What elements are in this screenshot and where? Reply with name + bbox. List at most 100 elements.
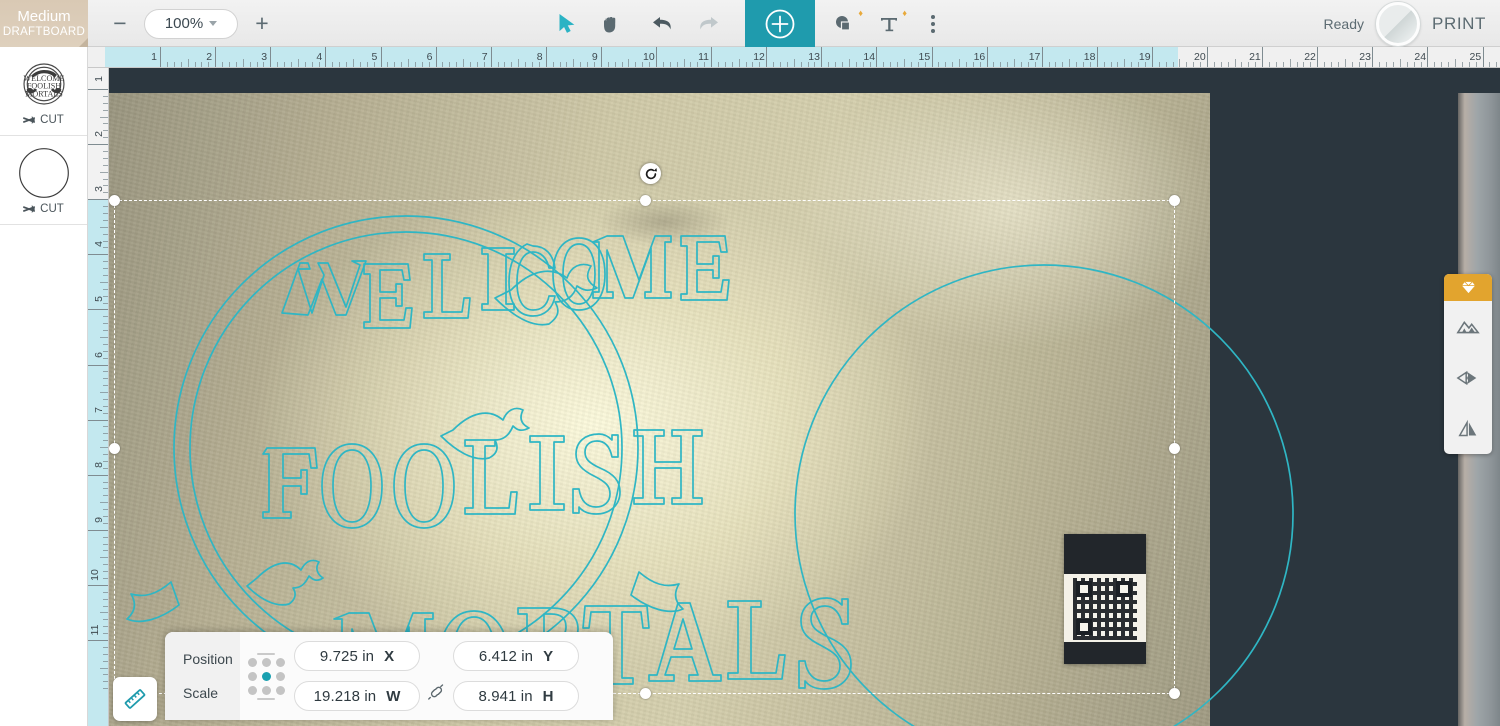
ruler-tick-minor — [456, 62, 458, 67]
premium-features-header[interactable] — [1444, 274, 1492, 301]
pan-tool[interactable] — [589, 0, 633, 47]
ruler-tick-minor — [1069, 59, 1071, 67]
print-button-label[interactable]: PRINT — [1432, 14, 1486, 34]
aspect-lock-column — [428, 641, 445, 711]
flip-vertical-tool[interactable] — [1444, 403, 1492, 454]
resize-handle-middle-left[interactable] — [109, 443, 120, 454]
add-artwork-button[interactable] — [745, 0, 815, 47]
ruler-tick-minor — [1434, 62, 1436, 67]
redo-button[interactable] — [685, 0, 729, 47]
ruler-tick-minor — [103, 378, 108, 380]
flip-horizontal-tool[interactable] — [1444, 352, 1492, 403]
ruler-tick-major — [876, 47, 878, 67]
ruler-tick-minor — [103, 646, 108, 648]
text-tool[interactable]: ♦ — [867, 0, 911, 47]
ruler-tick-major — [435, 47, 437, 67]
ruler-toggle-button[interactable] — [113, 677, 157, 721]
anchor-center[interactable] — [261, 671, 271, 681]
ruler-tick-minor — [1379, 62, 1381, 67]
layer-item-circle[interactable]: CUT — [0, 136, 87, 225]
print-dial-button[interactable] — [1376, 1, 1420, 46]
position-x-input[interactable]: 9.725 in X — [294, 641, 420, 671]
ruler-tick-minor — [414, 62, 416, 67]
ruler-tick-minor — [738, 59, 740, 67]
ruler-tick-minor — [103, 598, 108, 600]
material-selector[interactable]: Medium DRAFTBOARD — [0, 0, 88, 47]
ruler-tick-major — [545, 47, 547, 67]
resize-handle-top-center[interactable] — [640, 195, 651, 206]
anchor-top-left[interactable] — [247, 657, 257, 667]
ruler-tick-minor — [1021, 62, 1023, 67]
aspect-ratio-lock-button[interactable] — [428, 684, 445, 705]
ruler-tick-major — [986, 47, 988, 67]
layer-item-artwork[interactable]: WELCOME FOOLISH MORTALS CUT — [0, 47, 87, 136]
ruler-label: 12 — [753, 51, 765, 63]
ruler-tick-major — [88, 419, 108, 421]
scale-height-input[interactable]: 8.941 in H — [453, 681, 579, 711]
ruler-tick-major — [88, 254, 108, 256]
ruler-tick-minor — [1179, 59, 1181, 67]
ruler-label: 8 — [536, 51, 543, 63]
resize-handle-bottom-center[interactable] — [640, 688, 651, 699]
ruler-tick-minor — [690, 62, 692, 67]
resize-handle-top-right[interactable] — [1169, 195, 1180, 206]
resize-handle-middle-right[interactable] — [1169, 443, 1180, 454]
scale-width-input[interactable]: 19.218 in W — [294, 681, 420, 711]
ruler-tick-minor — [103, 605, 108, 607]
undo-button[interactable] — [641, 0, 685, 47]
anchor-bottom-right[interactable] — [275, 685, 285, 695]
zoom-in-button[interactable]: + — [247, 9, 277, 39]
ruler-label: 1 — [151, 51, 157, 63]
more-options-button[interactable] — [911, 0, 955, 47]
ruler-tick-minor — [518, 59, 520, 67]
image-outline-tool[interactable] — [1444, 301, 1492, 352]
ruler-tick-major — [88, 89, 108, 90]
ruler-tick-major — [1372, 47, 1374, 67]
ruler-tick-minor — [103, 495, 108, 497]
ruler-tick-minor — [1392, 62, 1394, 67]
ruler-tick-minor — [103, 674, 108, 676]
ruler-label: 20 — [1194, 51, 1206, 63]
ruler-tick-minor — [100, 226, 108, 228]
zoom-level-select[interactable]: 100% — [144, 8, 238, 39]
cut-blade-icon — [23, 115, 36, 124]
select-tool[interactable] — [545, 0, 589, 47]
anchor-bottom-left[interactable] — [247, 685, 257, 695]
resize-handle-top-left[interactable] — [109, 195, 120, 206]
shapes-tool[interactable]: ♦ — [823, 0, 867, 47]
ruler-tick-minor — [1330, 62, 1332, 67]
anchor-middle-left[interactable] — [247, 671, 257, 681]
anchor-bottom-center[interactable] — [261, 685, 271, 695]
resize-handle-bottom-right[interactable] — [1169, 688, 1180, 699]
zoom-out-button[interactable]: − — [105, 9, 135, 39]
anchor-point-selector[interactable] — [246, 652, 286, 700]
ruler-tick-minor — [786, 62, 788, 67]
ruler-tick-minor — [100, 447, 108, 449]
ruler-tick-minor — [401, 62, 403, 67]
anchor-dot-grid[interactable] — [247, 657, 285, 695]
ruler-tick-minor — [103, 323, 108, 325]
ruler-tick-minor — [938, 62, 940, 67]
anchor-top-right[interactable] — [275, 657, 285, 667]
ruler-tick-major — [88, 309, 108, 311]
rotate-handle[interactable] — [640, 163, 661, 184]
ruler-tick-minor — [277, 62, 279, 67]
ruler-tick-minor — [1282, 62, 1284, 67]
ruler-label: 2 — [206, 51, 213, 63]
layer-operation-circle[interactable]: CUT — [23, 203, 64, 216]
anchor-top-center[interactable] — [261, 657, 271, 667]
ruler-tick-minor — [449, 62, 451, 67]
material-name: Medium — [17, 8, 71, 26]
position-y-input[interactable]: 6.412 in Y — [453, 641, 579, 671]
anchor-middle-right[interactable] — [275, 671, 285, 681]
layer-operation-artwork[interactable]: CUT — [23, 114, 64, 127]
selection-bounding-box[interactable] — [109, 163, 1180, 699]
ruler-tick-minor — [773, 62, 775, 67]
design-canvas[interactable] — [109, 68, 1500, 726]
ruler-tick-minor — [408, 59, 410, 67]
horizontal-ruler[interactable]: 1 2 3 4 5 6 7 8 9 10 11 12 13 14 15 16 17 18 19 20 21 22 23 24 2… — [88, 47, 1500, 68]
ruler-tick-minor — [1000, 62, 1002, 67]
ruler-tick-minor — [421, 62, 423, 67]
ruler-tick-minor — [103, 626, 108, 628]
vertical-ruler[interactable]: 1 2 3 4 5 6 7 8 9 10 11 — [88, 68, 109, 726]
